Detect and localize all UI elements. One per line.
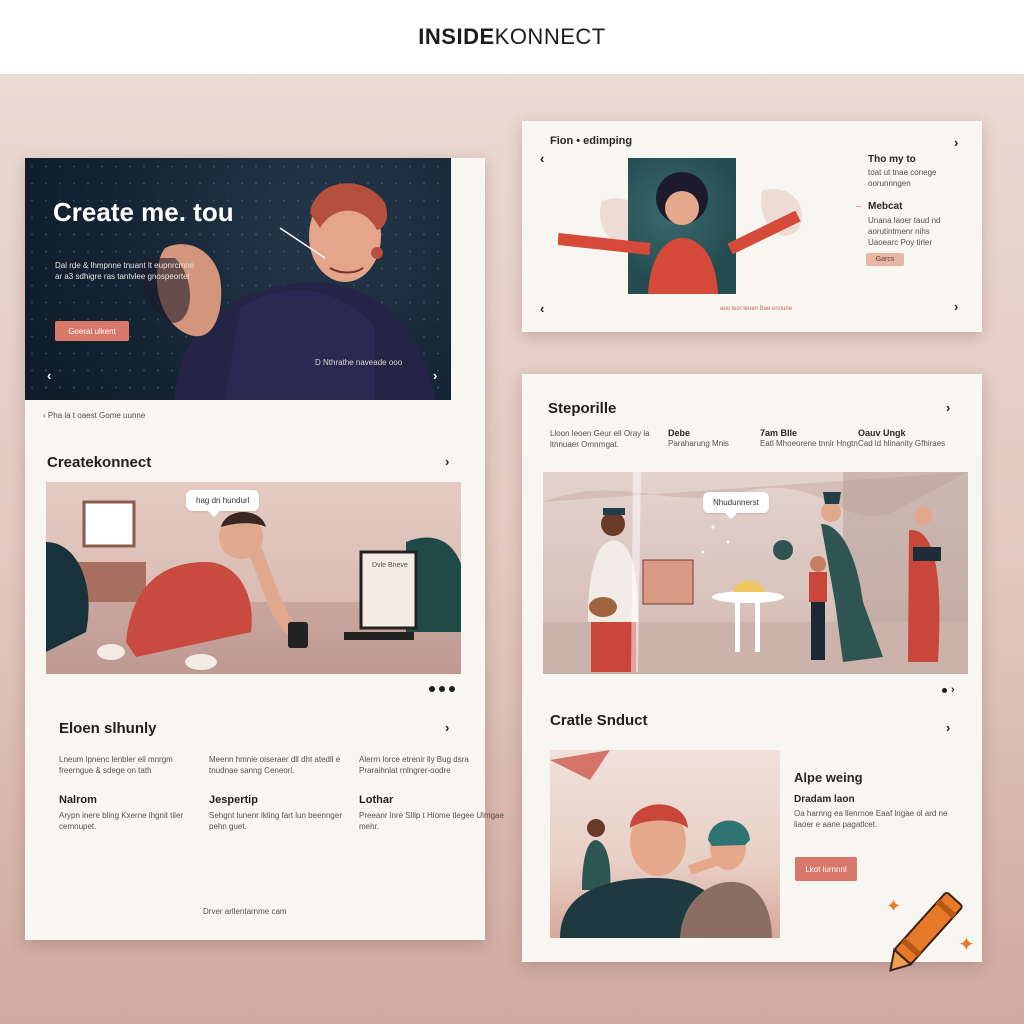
column-body: Preeanr lnre Slllp t Hiome tlegee Ulmgae…	[359, 811, 504, 831]
hero-banner: Create me. tou Dal rde & lhmpnne tnuant …	[25, 158, 451, 400]
hero-link-text: Pha la t oaest Gome uunne	[47, 411, 146, 420]
brand-light: KONNECT	[494, 24, 606, 49]
feature-subheading: Dradam laon	[794, 794, 855, 805]
carousel-dot[interactable]	[942, 687, 947, 693]
gathering-illustration: Nhudunnerst	[543, 472, 968, 674]
section-title-cratle: Cratle Snduct	[550, 712, 648, 729]
feature-column: 7am Blle Eatl Mhoeorene tnnlr Hngtn	[760, 428, 858, 450]
outstretched-arms-svg	[558, 211, 801, 255]
item-button[interactable]: Garcs	[866, 253, 904, 266]
brand-bold: INSIDE	[418, 24, 495, 49]
speech-bubble: Nhudunnerst	[703, 492, 769, 519]
feature-body: Paraharung Mnis	[668, 439, 729, 448]
section-title-eloen: Eloen slhunly	[59, 720, 157, 737]
friends-illustration	[550, 750, 780, 938]
feature-body: Lloon leoen Geur ell Oray la ltnnuaer Om…	[550, 429, 650, 449]
info-column: Lneum lpnenc lenbler ell mnrgm freerngue…	[59, 754, 209, 832]
info-column: Alerrn lorce etrenir lly Bug dsra Prarai…	[359, 754, 509, 832]
column-intro: Lneum lpnenc lenbler ell mnrgm freerngue…	[59, 755, 173, 775]
column-intro: Meenn hmnie oiseraer dll dht atedll e tn…	[209, 755, 341, 775]
feature-body: Eatl Mhoeorene tnnlr Hngtn	[760, 439, 858, 448]
column-title: Nalrom	[59, 794, 97, 806]
feature-title: Oauv Ungk	[858, 428, 906, 438]
top-right-card: Fion • edimping ‹ › Tho my to toat ut tn…	[522, 121, 982, 332]
column-body: Arypn inere bling Kxerne lhgnit tiler ce…	[59, 811, 184, 831]
speech-bubble: hag dn hundurl	[186, 490, 260, 517]
carousel-dots[interactable]	[429, 686, 455, 692]
feature-heading: Alpe weing	[794, 770, 863, 785]
item1-body: toat ut tnae conege oorunnngen	[868, 168, 937, 188]
feature-columns: Lloon leoen Geur ell Oray la ltnnuaer Om…	[550, 428, 948, 450]
left-card: Create me. tou Dal rde & lhmpnne tnuant …	[25, 158, 504, 940]
dash-marker-icon: –	[856, 201, 862, 212]
friends-scene-svg	[550, 750, 772, 938]
feature-column: Lloon leoen Geur ell Oray la ltnnuaer Om…	[550, 428, 668, 450]
section1-next-icon[interactable]: ›	[445, 454, 449, 469]
feature-column: Oauv Ungk Cad ld hlinanity Gfhiraes	[858, 428, 948, 450]
brand-logo[interactable]: INSIDEKONNECT	[418, 24, 605, 50]
crayon-icon	[889, 891, 963, 972]
hero-caption: D Nthrathe naveade ooo	[315, 358, 403, 367]
section2-next-icon[interactable]: ›	[445, 720, 449, 735]
hero-prev-icon[interactable]: ‹	[47, 368, 51, 383]
column-title: Jespertip	[209, 794, 258, 806]
column-intro: Alerrn lorce etrenir lly Bug dsra Prarai…	[359, 755, 469, 775]
chevron-right-icon[interactable]: ›	[951, 684, 955, 696]
card-title: Fion • edimping	[550, 135, 633, 147]
sparkle-icon: ✦	[886, 896, 902, 916]
feature-title: Debe	[668, 428, 691, 438]
item1-title: Tho my to	[868, 154, 916, 165]
column-body: Sehgnt lunenr lkling fart lun beennger p…	[209, 811, 342, 831]
hero-cta-button[interactable]: Goeral ulkent	[55, 321, 129, 341]
item2-body: Unana laoer taud nd aorutintmenr nihs Ua…	[868, 216, 941, 247]
chevron-right-icon[interactable]: ›	[954, 299, 958, 314]
feature-title: 7am Blle	[760, 428, 798, 438]
laptop-screen-text: Dvle Bneve	[372, 562, 408, 569]
feature-body: Cad ld hlinanity Gfhiraes	[858, 439, 946, 448]
chevron-left-icon[interactable]: ‹	[540, 151, 544, 166]
card-caption: auo leor leuen Bae enoune	[720, 306, 793, 312]
carousel-nav[interactable]: ›	[942, 684, 955, 696]
chevron-right-icon[interactable]: ›	[954, 135, 958, 150]
info-column: Meenn hmnie oiseraer dll dht atedll e tn…	[209, 754, 359, 832]
chevron-right-icon[interactable]: ›	[946, 400, 950, 415]
item2-title: Mebcat	[868, 201, 903, 212]
info-columns: Lneum lpnenc lenbler ell mnrgm freerngue…	[59, 754, 509, 832]
feature-column: Debe Paraharung Mnis	[668, 428, 760, 450]
hero-subtitle: Dal rde & lhmpnne tnuant lt eupnrcmne ar…	[55, 261, 195, 281]
chevron-right-icon[interactable]: ›	[946, 720, 950, 735]
chevron-left-icon[interactable]: ‹	[540, 301, 544, 316]
feature-body: Oa harnng ea llenrnoe Eaaf lngae ol ard …	[794, 809, 948, 829]
workspace-illustration: hag dn hundurl Dvle Bneve	[46, 482, 461, 674]
hero-title: Create me. tou	[53, 197, 234, 227]
card-title-steporille: Steporille	[548, 400, 617, 417]
top-bar: INSIDEKONNECT	[0, 0, 1024, 74]
section-title-createkonnect: Createkonnect	[47, 454, 152, 471]
footer-text[interactable]: Drver arllentarnme cam	[203, 906, 287, 917]
column-title: Lothar	[359, 794, 394, 806]
hero-next-icon[interactable]: ›	[433, 368, 437, 383]
hero-link-row[interactable]: ‹ Pha la t oaest Gome uunne	[43, 410, 145, 421]
feature-cta-button[interactable]: Lkot lurnnnl	[795, 857, 857, 881]
sparkle-icon: ✦	[958, 934, 975, 956]
